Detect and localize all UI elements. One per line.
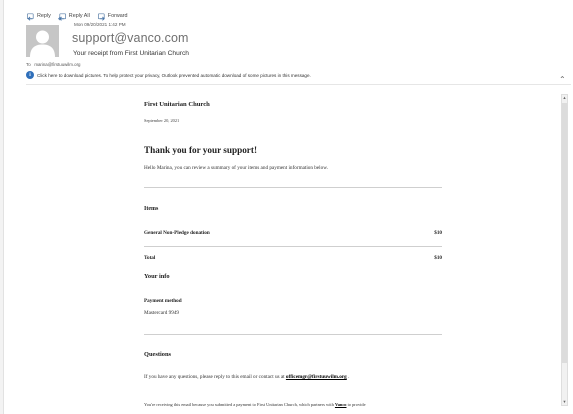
header-divider xyxy=(26,84,571,85)
questions-heading: Questions xyxy=(144,351,171,358)
forward-icon xyxy=(97,12,105,21)
vanco-link[interactable]: Vanco xyxy=(335,402,347,407)
questions-text-tail: . xyxy=(346,374,350,380)
total-amount: $10 xyxy=(434,255,442,261)
message-subject: Your receipt from First Unitarian Church xyxy=(73,50,189,57)
vertical-scrollbar[interactable]: ▲ ▼ xyxy=(561,94,568,406)
forward-label: Forward xyxy=(107,13,128,19)
info-icon: i xyxy=(26,71,34,79)
message-toolbar: Reply Reply All Forward xyxy=(26,10,135,22)
reply-button[interactable]: Reply xyxy=(26,12,51,21)
footer-text-lead: You're receiving this email because you … xyxy=(144,402,335,407)
total-row: Total $10 xyxy=(144,255,442,261)
reply-icon xyxy=(26,12,34,21)
forward-button[interactable]: Forward xyxy=(97,12,128,21)
divider xyxy=(144,334,442,335)
contact-email-link[interactable]: officemgr@firstuuwilm.org xyxy=(286,374,347,380)
receipt-date: September 20, 2021 xyxy=(144,118,180,123)
line-item-row: General Non-Pledge donation $10 xyxy=(144,230,442,236)
footer-text-tail: to provide xyxy=(346,402,366,407)
total-label: Total xyxy=(144,255,156,261)
line-item-name: General Non-Pledge donation xyxy=(144,230,210,236)
sender-avatar xyxy=(26,25,59,57)
infobar-text: Click here to download pictures. To help… xyxy=(37,72,311,78)
reply-all-icon xyxy=(57,12,66,21)
window-left-edge xyxy=(0,0,4,414)
reply-label: Reply xyxy=(37,13,51,19)
scroll-up-arrow-icon[interactable]: ▲ xyxy=(562,95,567,101)
reply-all-button[interactable]: Reply All xyxy=(57,12,90,21)
divider xyxy=(144,187,442,188)
person-silhouette-icon xyxy=(30,30,55,57)
recipient-line: To marina@firstuuwilm.org xyxy=(26,62,81,67)
questions-text: If you have any questions, please reply … xyxy=(144,374,349,380)
to-label: To xyxy=(26,62,31,67)
collapse-header-chevron-up-icon[interactable]: ⌃ xyxy=(559,75,566,84)
greeting-text: Hello Marina, you can review a summary o… xyxy=(144,165,328,171)
download-pictures-infobar[interactable]: i Click here to download pictures. To he… xyxy=(26,71,311,79)
divider xyxy=(144,246,442,247)
footer-text: You're receiving this email because you … xyxy=(144,402,366,407)
your-info-heading: Your info xyxy=(144,273,170,280)
payment-method-value: Mastercard 9949 xyxy=(144,310,180,316)
scrollbar-thumb[interactable] xyxy=(562,103,567,363)
message-date: Mon 09/20/2021 1:42 PM xyxy=(74,22,126,27)
recipient-address[interactable]: marina@firstuuwilm.org xyxy=(34,62,80,67)
payment-method-label: Payment method xyxy=(144,298,182,304)
reply-all-label: Reply All xyxy=(68,13,90,19)
items-heading: Items xyxy=(144,206,159,212)
message-body: First Unitarian Church September 20, 202… xyxy=(26,86,560,412)
sender-address[interactable]: support@vanco.com xyxy=(72,31,189,45)
org-name: First Unitarian Church xyxy=(144,101,210,108)
thanks-heading: Thank you for your support! xyxy=(144,145,258,155)
questions-text-lead: If you have any questions, please reply … xyxy=(144,374,286,380)
scroll-down-arrow-icon[interactable]: ▼ xyxy=(562,399,567,405)
line-item-amount: $10 xyxy=(434,230,442,236)
